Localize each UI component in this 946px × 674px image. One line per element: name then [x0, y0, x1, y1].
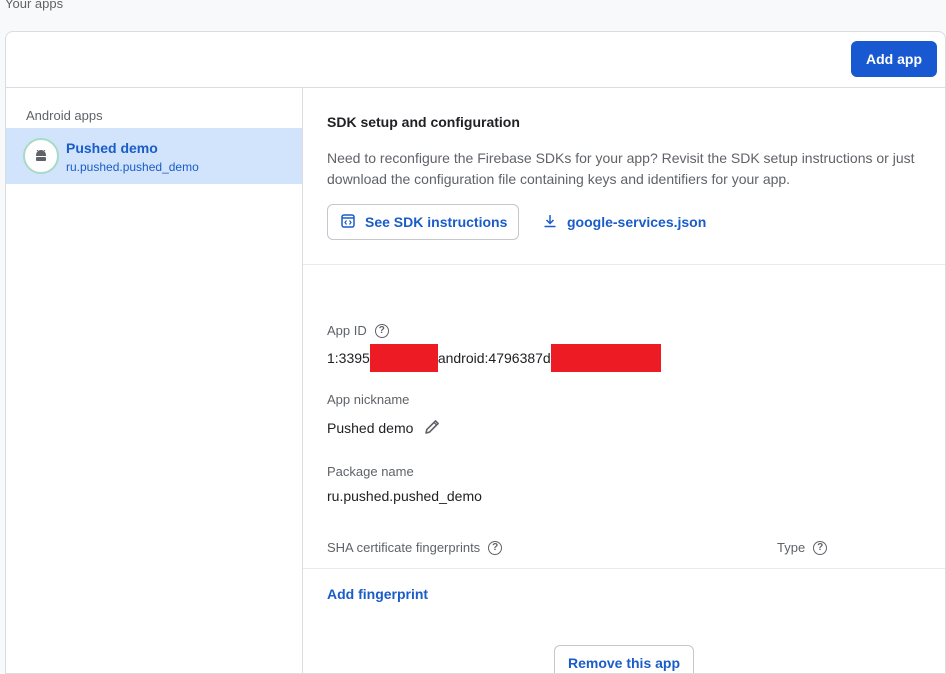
apps-card: Add app Android apps Pushed demo ru.push…	[5, 31, 946, 674]
sdk-description: Need to reconfigure the Firebase SDKs fo…	[327, 150, 915, 187]
card-header: Add app	[6, 32, 945, 88]
help-icon[interactable]: ?	[374, 323, 389, 338]
nickname-value: Pushed demo	[327, 420, 414, 436]
redaction-box	[550, 344, 661, 372]
sha-label-row: SHA certificate fingerprints ?	[327, 540, 503, 555]
sha-label: SHA certificate fingerprints	[327, 540, 481, 555]
help-icon[interactable]: ?	[813, 540, 828, 555]
type-label-row: Type ?	[777, 540, 828, 555]
app-id-label: App ID	[327, 323, 367, 338]
edit-pencil-icon[interactable]	[423, 418, 441, 439]
section-title: Your apps	[5, 0, 64, 11]
package-name-label: Package name	[327, 464, 414, 479]
remove-app-button[interactable]: Remove this app	[554, 645, 694, 673]
add-fingerprint-link[interactable]: Add fingerprint	[327, 586, 428, 602]
add-app-button[interactable]: Add app	[851, 41, 937, 77]
redaction-box	[369, 344, 438, 372]
package-name-value: ru.pushed.pushed_demo	[327, 488, 482, 504]
app-name: Pushed demo	[66, 140, 158, 156]
config-file-name: google-services.json	[567, 214, 707, 230]
android-icon	[23, 138, 59, 174]
nickname-row: Pushed demo	[327, 416, 441, 440]
see-sdk-instructions-button[interactable]: See SDK instructions	[327, 204, 519, 240]
code-window-icon	[341, 213, 355, 231]
sdk-section-title: SDK setup and configuration	[327, 114, 520, 130]
fingerprint-divider	[303, 568, 945, 569]
help-icon[interactable]: ?	[488, 540, 503, 555]
app-settings-panel: SDK setup and configuration Need to reco…	[303, 88, 945, 673]
app-package: ru.pushed.pushed_demo	[66, 160, 199, 174]
sidebar-heading: Android apps	[26, 108, 103, 123]
app-id-part2: android:4796387d	[437, 350, 551, 366]
app-id-label-row: App ID ?	[327, 323, 389, 338]
nickname-label: App nickname	[327, 392, 410, 407]
app-id-value: 1:3395 android:4796387d	[327, 344, 661, 372]
download-config-link[interactable]: google-services.json	[543, 204, 706, 240]
sidebar-item-pushed-demo[interactable]: Pushed demo ru.pushed.pushed_demo	[6, 128, 302, 184]
app-id-part1: 1:3395	[327, 350, 370, 366]
see-sdk-instructions-label: See SDK instructions	[365, 214, 508, 230]
apps-sidebar: Android apps Pushed demo ru.pushed.pushe…	[6, 88, 303, 673]
download-icon	[543, 214, 557, 231]
type-label: Type	[777, 540, 806, 555]
section-divider	[303, 264, 945, 265]
